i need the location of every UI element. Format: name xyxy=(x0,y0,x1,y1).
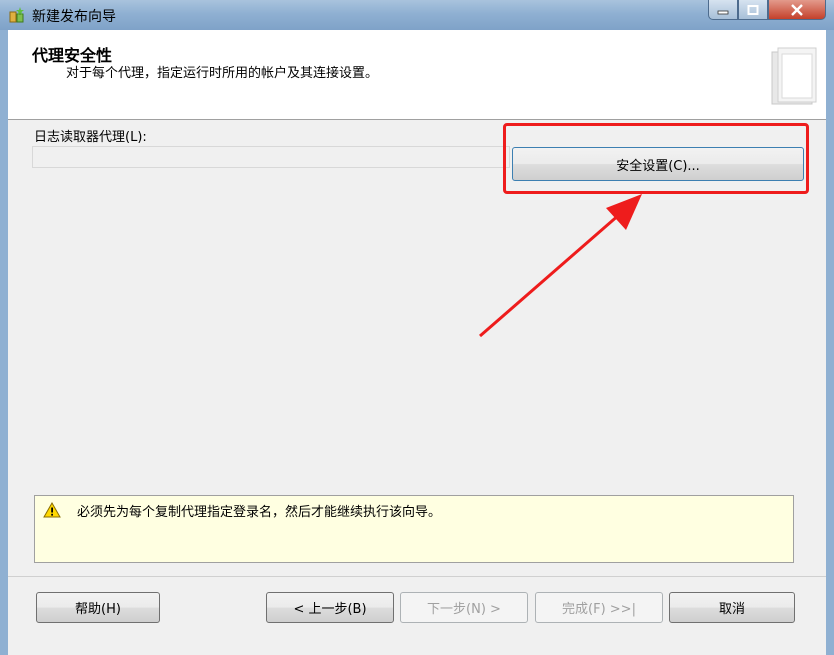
log-reader-agent-field xyxy=(32,146,510,168)
wizard-banner-icon xyxy=(771,47,817,105)
window-frame-left xyxy=(0,30,8,655)
help-button[interactable]: 帮助(H) xyxy=(36,592,160,623)
minimize-button[interactable] xyxy=(708,0,738,20)
annotation-arrow xyxy=(479,194,642,338)
warning-icon xyxy=(43,502,61,518)
message-box: 必须先为每个复制代理指定登录名，然后才能继续执行该向导。 xyxy=(34,495,794,563)
message-text: 必须先为每个复制代理指定登录名，然后才能继续执行该向导。 xyxy=(77,505,442,520)
cancel-button[interactable]: 取消 xyxy=(669,592,795,623)
close-icon xyxy=(791,3,803,16)
wizard-icon xyxy=(9,7,24,23)
finish-button[interactable]: 完成(F) >>| xyxy=(535,592,663,623)
back-button[interactable]: < 上一步(B) xyxy=(266,592,394,623)
maximize-icon xyxy=(747,4,759,15)
window-title: 新建发布向导 xyxy=(32,9,116,25)
maximize-button[interactable] xyxy=(738,0,768,20)
wizard-window: 新建发布向导 代理安全性 对于每个代理，指定运行时所用的帐户及其连接设置。 日志… xyxy=(0,0,834,655)
window-controls xyxy=(708,0,826,20)
log-reader-agent-label: 日志读取器代理(L): xyxy=(34,130,147,145)
window-frame-right xyxy=(826,30,834,655)
page-subtitle: 对于每个代理，指定运行时所用的帐户及其连接设置。 xyxy=(66,66,379,81)
wizard-header: 代理安全性 对于每个代理，指定运行时所用的帐户及其连接设置。 xyxy=(8,30,826,120)
close-button[interactable] xyxy=(768,0,826,20)
title-bar[interactable]: 新建发布向导 xyxy=(0,0,834,30)
footer-divider xyxy=(8,576,826,577)
minimize-icon xyxy=(717,10,729,14)
next-button[interactable]: 下一步(N) > xyxy=(400,592,528,623)
